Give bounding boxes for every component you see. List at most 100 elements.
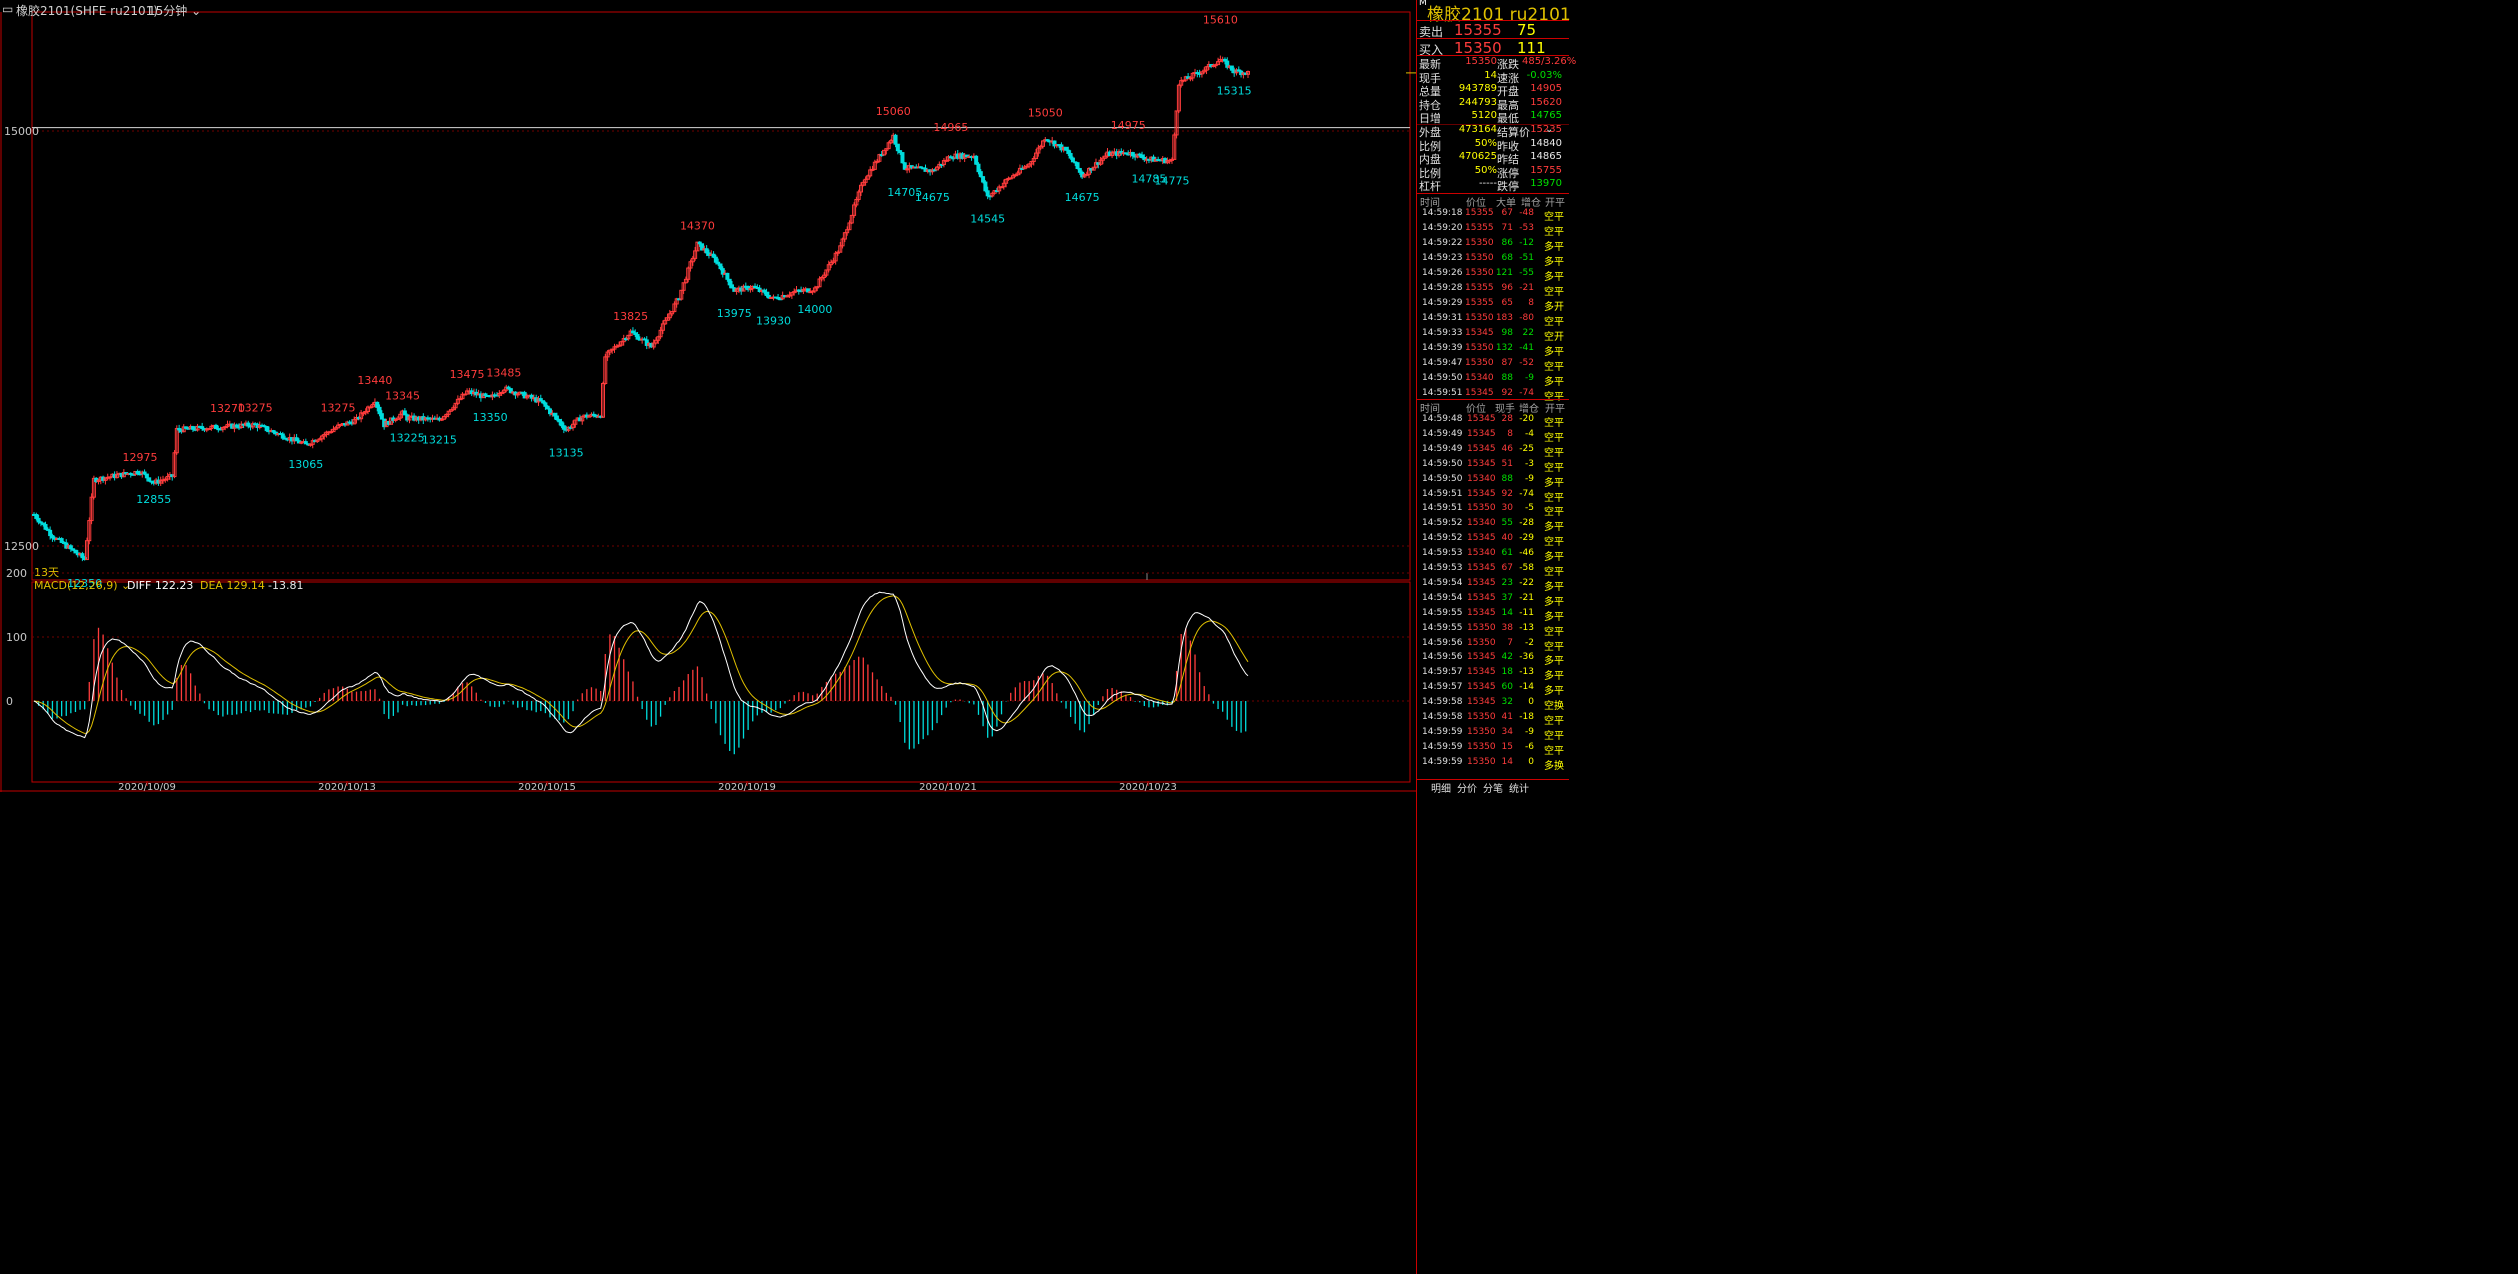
tick-price: 15345 [1467,682,1496,693]
period-selector[interactable]: 15分钟 ⌄ [148,2,201,19]
candle-body [976,163,981,173]
candle-body [59,538,64,543]
candle-body [893,134,898,145]
macd-histogram [37,627,1247,755]
tick-type: 空平 [1544,432,1564,444]
big-trade-type: 多平 [1544,272,1564,283]
big-trade-header: 价位 [1466,198,1486,209]
big-trade-size: 183 [1495,313,1513,323]
tick-type: 多平 [1544,522,1564,534]
tick-volume: 51 [1501,458,1513,469]
candle-body [80,553,85,559]
tick-oi-change: 0 [1528,697,1534,708]
extreme-price-label: 13065 [288,458,323,471]
quote-field-value: 473164 [1458,124,1497,135]
big-trade-time: 14:59:29 [1422,298,1463,308]
tick-volume: 7 [1507,637,1513,648]
tick-oi-change: -74 [1519,488,1534,499]
quote-field-label: 跌停 [1497,180,1519,194]
big-trade-oi-change: -80 [1519,313,1534,323]
candle-body [985,190,990,197]
big-trade-header: 增仓 [1521,198,1541,209]
big-trade-size: 68 [1501,253,1513,263]
extreme-price-label: 14965 [933,121,968,134]
candle-body [1070,157,1075,163]
tick-oi-change: -9 [1525,726,1534,737]
quote-field-value: 15235 [1530,124,1562,135]
big-trade-oi-change: -9 [1525,373,1534,383]
quote-field-value: ----- [1478,178,1497,190]
tick-oi-change: -46 [1519,548,1534,559]
candle-body [280,433,285,439]
big-trade-price: 15350 [1465,358,1494,368]
tick-type: 空平 [1544,507,1564,519]
symbol-label: 橡胶2101(SHFE ru2101) [16,4,158,18]
extreme-price-label: 14000 [797,303,832,316]
tick-header: 增仓 [1519,404,1539,415]
tick-oi-change: -13 [1519,667,1534,678]
tick-time: 14:59:56 [1422,652,1463,663]
extreme-price-label: 13440 [357,374,392,387]
kline-chart[interactable]: 1500012500123501297512855132701327513065… [0,0,1416,1274]
tick-oi-change: -36 [1519,652,1534,663]
tick-price: 15350 [1467,637,1496,648]
tab-3[interactable]: 统计 [1509,780,1529,795]
tick-type: 多平 [1544,477,1564,489]
diff-line [33,591,1249,739]
tick-type: 空平 [1544,492,1564,504]
big-trade-type: 空平 [1544,317,1564,328]
extreme-price-label: 14775 [1154,174,1189,187]
tick-type: 空平 [1544,462,1564,474]
tick-volume: 88 [1501,473,1513,484]
extreme-price-label: 12855 [136,493,171,506]
contract-badge: M [1419,0,1427,8]
big-trade-oi-change: -53 [1519,223,1534,233]
tick-volume: 55 [1501,518,1513,529]
tick-type: 空平 [1544,567,1564,578]
candle-body [902,162,907,170]
extreme-price-label: 13225 [390,432,425,445]
candle-body [144,473,149,479]
big-trade-oi-change: -52 [1519,358,1534,368]
big-trade-price: 15350 [1465,343,1494,353]
tick-time: 14:59:49 [1422,443,1463,454]
chevron-down-icon[interactable]: ⌄ [1545,124,1553,135]
big-trade-header: 大单 [1496,198,1516,209]
tick-price: 15340 [1467,518,1496,529]
candle-body [43,523,48,530]
tick-time: 14:59:59 [1422,741,1463,752]
big-trade-type: 多平 [1544,242,1564,253]
tick-price: 15345 [1467,652,1496,663]
big-trade-time: 14:59:18 [1422,208,1463,218]
tick-time: 14:59:52 [1422,518,1463,529]
tab-1[interactable]: 分价 [1457,780,1477,795]
candle-body [713,256,718,263]
tick-oi-change: -28 [1519,518,1534,529]
tick-oi-change: -58 [1519,563,1534,573]
tick-oi-change: -3 [1525,458,1534,469]
tab-2[interactable]: 分笔 [1483,780,1503,795]
tick-type: 多平 [1544,581,1564,593]
big-trade-type: 多平 [1544,377,1564,388]
big-trade-time: 14:59:20 [1422,223,1463,233]
tick-type: 多平 [1544,611,1564,623]
tab-0[interactable]: 明细 [1431,780,1451,795]
candle-body [727,278,732,286]
tick-time: 14:59:53 [1422,563,1463,573]
tick-volume: 30 [1501,503,1513,514]
candle-body [34,514,39,519]
tick-oi-change: -9 [1525,473,1534,484]
tick-price: 15345 [1467,697,1496,708]
tick-volume: 61 [1501,548,1513,559]
candle-body [375,401,380,408]
big-trade-oi-change: -55 [1519,268,1534,278]
chart-title-bar: ▭ 橡胶2101(SHFE ru2101) 15分钟 ⌄ [0,0,1416,18]
candle-body [543,402,548,407]
big-trade-price: 15350 [1465,268,1494,278]
price-panel-frame [31,11,1411,581]
extreme-price-label: 13975 [717,307,752,320]
window-menu-icon[interactable]: ▭ [2,2,13,16]
candle-body [978,171,983,178]
big-trade-price: 15350 [1465,313,1494,323]
big-trade-header: 开平 [1545,198,1565,209]
